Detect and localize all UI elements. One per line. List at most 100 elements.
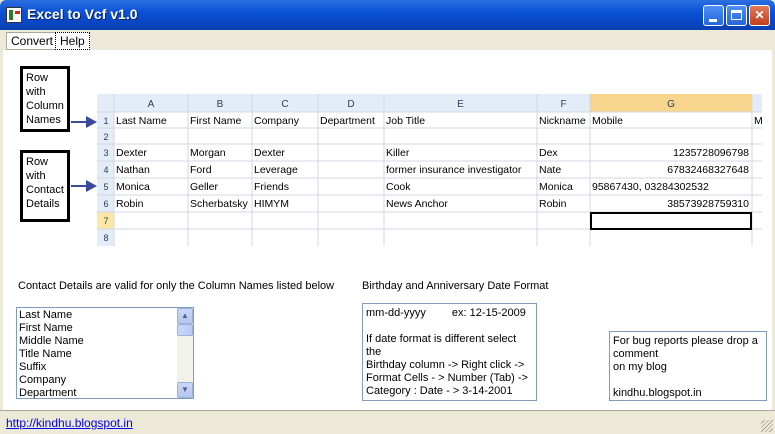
column-letter: D xyxy=(347,99,354,110)
annotation-line: Details xyxy=(26,198,60,210)
column-letter: G xyxy=(667,99,675,110)
row-number: 3 xyxy=(103,148,108,158)
column-letter: C xyxy=(281,99,288,110)
bug-report-textbox[interactable]: For bug reports please drop a comment on… xyxy=(609,331,767,401)
date-format: mm-dd-yyyy xyxy=(366,307,426,319)
column-letter: E xyxy=(457,99,464,110)
cell-value: Robin xyxy=(116,198,144,210)
contact-fields-listbox[interactable]: Last Name First Name Middle Name Title N… xyxy=(16,307,194,399)
minimize-button[interactable] xyxy=(703,5,724,26)
window-title: Excel to Vcf v1.0 xyxy=(27,6,138,22)
cell-value: Dexter xyxy=(116,147,147,159)
annotation-line: Contact xyxy=(26,184,64,196)
list-item[interactable]: First Name xyxy=(19,322,177,335)
listbox-scrollbar[interactable]: ▲ ▼ xyxy=(177,308,193,398)
bug-report-line: comment xyxy=(613,348,659,360)
blog-link[interactable]: http://kindhu.blogspot.in xyxy=(6,416,133,430)
date-instruction-line: If date format is different select the xyxy=(366,333,517,358)
list-item[interactable]: Department xyxy=(19,387,177,398)
cell-value: Dexter xyxy=(254,147,285,159)
cell-value: former insurance investigator xyxy=(386,164,522,176)
row-number: 6 xyxy=(103,199,108,209)
column-letter: F xyxy=(560,99,566,110)
cell-value: 95867430, 03284302532 xyxy=(592,181,709,193)
bug-report-line: For bug reports please drop a xyxy=(613,335,758,347)
list-item[interactable]: Title Name xyxy=(19,348,177,361)
cell-value: Morgan xyxy=(190,147,226,159)
row-number: 5 xyxy=(103,182,108,192)
scroll-down-button[interactable]: ▼ xyxy=(177,382,193,398)
scroll-thumb[interactable] xyxy=(177,324,193,336)
column-letter: A xyxy=(148,99,155,110)
list-item[interactable]: Last Name xyxy=(19,309,177,322)
menu-convert[interactable]: Convert xyxy=(6,32,59,50)
cell-header: First Name xyxy=(190,115,241,127)
arrow-right-icon xyxy=(71,180,97,192)
menu-bar: Convert Help xyxy=(0,30,775,50)
list-item[interactable]: Company xyxy=(19,374,177,387)
annotation-line: with xyxy=(26,86,46,98)
cell-value: Killer xyxy=(386,147,410,159)
cell-value: 67832468327648 xyxy=(667,164,749,176)
cell-value: Cook xyxy=(386,181,411,193)
cell-value: Dex xyxy=(539,147,558,159)
status-bar: http://kindhu.blogspot.in xyxy=(0,410,775,434)
bug-report-line: kindhu.blogspot.in xyxy=(613,387,702,399)
cell-value: Nate xyxy=(539,164,561,176)
cell-value: Geller xyxy=(190,181,219,193)
close-icon: ✕ xyxy=(754,8,765,22)
cell-value: 38573928759310 xyxy=(667,198,749,210)
date-instruction-line: Category : Date - > 3-14-2001 xyxy=(366,385,513,397)
chevron-down-icon: ▼ xyxy=(181,385,189,394)
cell-value: Scherbatsky xyxy=(190,198,249,210)
cell-value: Monica xyxy=(116,181,150,193)
annotation-column-names: Row with Column Names xyxy=(20,66,70,132)
annotation-line: Names xyxy=(26,114,61,126)
arrow-right-icon xyxy=(71,116,97,128)
row-number: 7 xyxy=(103,216,108,226)
annotation-line: Row xyxy=(26,72,49,84)
cell-value: HIMYM xyxy=(254,198,289,210)
cell-value: Robin xyxy=(539,198,567,210)
main-panel: Row with Column Names Row with Contact D… xyxy=(3,50,772,410)
list-item[interactable]: Middle Name xyxy=(19,335,177,348)
cell-header: Department xyxy=(320,115,375,127)
close-button[interactable]: ✕ xyxy=(749,5,770,26)
maximize-button[interactable] xyxy=(726,5,747,26)
cell-header: Nickname xyxy=(539,115,586,127)
title-bar: Excel to Vcf v1.0 ✕ xyxy=(0,0,775,30)
row-number: 2 xyxy=(103,132,108,142)
cell-header: Job Title xyxy=(386,115,425,127)
row-number: 4 xyxy=(103,165,108,175)
annotation-line: Row xyxy=(26,156,49,168)
bug-report-line: on my blog xyxy=(613,361,667,373)
cell-value: 1235728096798 xyxy=(673,147,749,159)
cell-header: Last Name xyxy=(116,115,167,127)
date-instruction-line: Birthday column -> Right click -> xyxy=(366,359,525,371)
bug-report-line xyxy=(613,374,763,387)
date-instruction-line: Format Cells - > Number (Tab) -> xyxy=(366,372,528,384)
cell-header: Company xyxy=(254,115,300,127)
list-item[interactable]: Suffix xyxy=(19,361,177,374)
app-icon xyxy=(6,7,22,23)
cell-header: Mobile xyxy=(592,115,623,127)
resize-grip-icon[interactable] xyxy=(761,420,773,432)
menu-help[interactable]: Help xyxy=(55,32,90,50)
chevron-up-icon: ▲ xyxy=(181,311,189,320)
column-letter: B xyxy=(217,99,224,110)
date-example: ex: 12-15-2009 xyxy=(451,307,526,319)
annotation-line: with xyxy=(26,170,46,182)
contact-fields-label: Contact Details are valid for only the C… xyxy=(18,280,335,292)
annotation-line: Column xyxy=(26,100,64,112)
cell-value: Ford xyxy=(190,164,212,176)
date-format-label: Birthday and Anniversary Date Format xyxy=(362,280,549,292)
cell-value: Friends xyxy=(254,181,289,193)
cell-value: Leverage xyxy=(254,164,298,176)
cell-value: Monica xyxy=(539,181,573,193)
row-number: 1 xyxy=(103,116,108,126)
cell-value: Nathan xyxy=(116,164,150,176)
row-number: 8 xyxy=(103,233,108,243)
scroll-up-button[interactable]: ▲ xyxy=(177,308,193,324)
excel-preview-image: A B C D E F G 1 2 3 4 5 6 7 8 Last Name First Name Compan… xyxy=(97,94,762,246)
date-format-textbox[interactable]: mm-dd-yyyy ex: 12-15-2009 If date format … xyxy=(362,303,537,401)
